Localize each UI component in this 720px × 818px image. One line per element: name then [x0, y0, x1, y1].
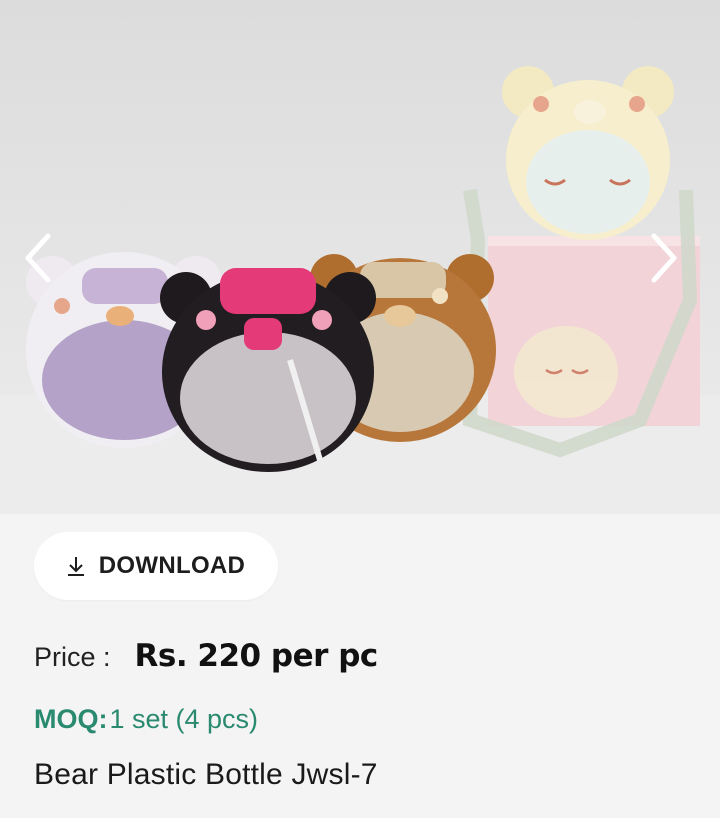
gallery-prev-button[interactable]: [22, 232, 68, 296]
chevron-left-icon: [25, 233, 51, 283]
gallery-next-button[interactable]: [650, 232, 696, 296]
black-bear-bottle: [160, 268, 376, 472]
moq-row: MOQ: 1 set (4 pcs): [34, 704, 258, 735]
moq-value: 1 set (4 pcs): [109, 704, 259, 734]
chevron-right-icon: [651, 233, 677, 283]
download-button[interactable]: DOWNLOAD: [34, 532, 278, 600]
box-bear-print: [514, 326, 618, 418]
price-value: Rs. 220 per pc: [134, 638, 379, 674]
price-row: Price : Rs. 220 per pc: [34, 638, 378, 674]
yellow-bear-bottle: [502, 66, 674, 240]
product-name: Bear Plastic Bottle Jwsl-7: [34, 758, 378, 791]
download-label: DOWNLOAD: [98, 552, 246, 579]
download-icon: [67, 557, 84, 576]
moq-label: MOQ:: [34, 704, 108, 734]
product-photo-illustration: [0, 66, 720, 514]
product-image[interactable]: [0, 0, 720, 514]
price-label: Price :: [34, 642, 111, 672]
product-details: DOWNLOAD Price : Rs. 220 per pc MOQ: 1 s…: [0, 514, 720, 818]
